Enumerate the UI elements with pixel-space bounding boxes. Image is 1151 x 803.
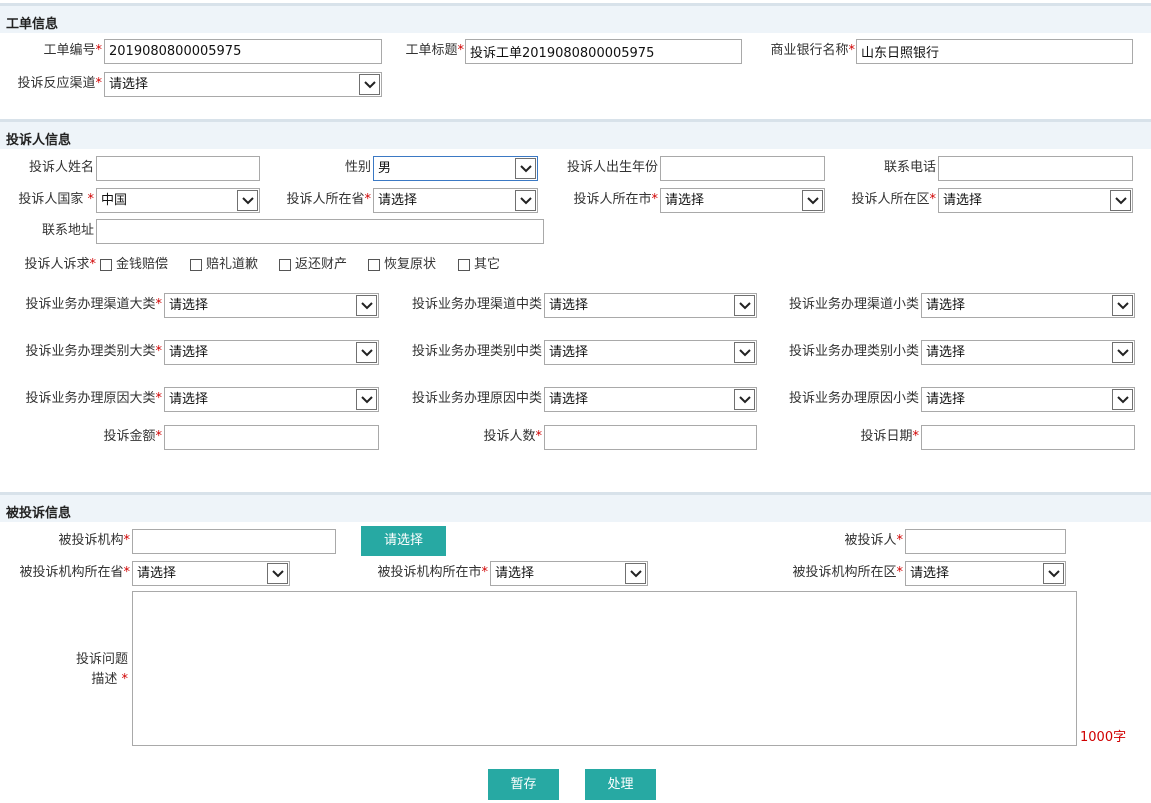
type-minor-select[interactable]: 请选择 — [921, 340, 1135, 365]
section-respondent: 被投诉信息 — [0, 492, 1151, 522]
type-major-label: 投诉业务办理类别大类* — [25, 344, 162, 359]
country-select[interactable]: 中国 — [96, 188, 260, 213]
chevron-down-icon — [802, 190, 823, 211]
birth-year-input[interactable] — [660, 156, 825, 181]
channel-mid-label: 投诉业务办理渠道中类 — [411, 297, 542, 312]
date-input[interactable] — [921, 425, 1135, 450]
section-title-work-order: 工单信息 — [6, 17, 59, 32]
respondent-org-label: 被投诉机构* — [58, 533, 130, 548]
chevron-down-icon — [734, 342, 755, 363]
demand-checkbox-apology[interactable]: 赔礼道歉 — [190, 255, 258, 275]
reason-major-select[interactable]: 请选择 — [164, 387, 379, 412]
channel-select[interactable]: 请选择 — [104, 72, 382, 97]
demand-checkbox-restore[interactable]: 恢复原状 — [368, 255, 436, 275]
chevron-down-icon — [237, 190, 258, 211]
type-minor-label: 投诉业务办理类别小类 — [788, 344, 919, 359]
province-select[interactable]: 请选择 — [373, 188, 538, 213]
reason-major-label: 投诉业务办理原因大类* — [25, 391, 162, 406]
amount-label: 投诉金额* — [103, 429, 162, 444]
address-input[interactable] — [96, 219, 544, 244]
birth-year-label: 投诉人出生年份 — [566, 160, 658, 175]
respondent-district-label: 被投诉机构所在区* — [792, 565, 903, 580]
process-button[interactable]: 处理 — [585, 769, 656, 800]
description-textarea[interactable] — [132, 591, 1077, 746]
chevron-down-icon — [359, 74, 380, 95]
date-label: 投诉日期* — [860, 429, 919, 444]
district-label: 投诉人所在区* — [851, 192, 936, 207]
chevron-down-icon — [356, 342, 377, 363]
work-order-title-label: 工单标题* — [405, 43, 464, 58]
count-label: 投诉人数* — [483, 429, 542, 444]
chevron-down-icon — [734, 295, 755, 316]
respondent-district-select[interactable]: 请选择 — [905, 561, 1066, 586]
bank-name-input[interactable] — [856, 39, 1133, 64]
chevron-down-icon — [515, 158, 536, 179]
char-limit: 1000字 — [1080, 730, 1127, 745]
type-mid-label: 投诉业务办理类别中类 — [411, 344, 542, 359]
count-input[interactable] — [544, 425, 757, 450]
province-label: 投诉人所在省* — [286, 192, 371, 207]
section-title-respondent: 被投诉信息 — [6, 506, 72, 521]
chevron-down-icon — [356, 295, 377, 316]
channel-minor-select[interactable]: 请选择 — [921, 293, 1135, 318]
amount-input[interactable] — [164, 425, 379, 450]
demand-checkbox-other[interactable]: 其它 — [458, 255, 500, 275]
type-major-select[interactable]: 请选择 — [164, 340, 379, 365]
demand-checkbox-return[interactable]: 返还财产 — [279, 255, 347, 275]
city-select[interactable]: 请选择 — [660, 188, 825, 213]
respondent-person-input[interactable] — [905, 529, 1066, 554]
district-select[interactable]: 请选择 — [938, 188, 1133, 213]
chevron-down-icon — [625, 563, 646, 584]
work-order-number-label: 工单编号* — [43, 43, 102, 58]
phone-label: 联系电话 — [883, 160, 936, 175]
gender-label: 性别 — [344, 160, 371, 175]
reason-mid-label: 投诉业务办理原因中类 — [411, 391, 542, 406]
channel-major-select[interactable]: 请选择 — [164, 293, 379, 318]
chevron-down-icon — [356, 389, 377, 410]
complainant-name-input[interactable] — [96, 156, 260, 181]
chevron-down-icon — [1112, 295, 1133, 316]
demand-checkbox-money[interactable]: 金钱赔偿 — [100, 255, 168, 275]
channel-major-label: 投诉业务办理渠道大类* — [25, 297, 162, 312]
chevron-down-icon — [515, 190, 536, 211]
save-button[interactable]: 暂存 — [488, 769, 559, 800]
description-label: 投诉问题 描述 * — [75, 652, 128, 687]
section-title-complainant: 投诉人信息 — [6, 133, 72, 148]
respondent-province-label: 被投诉机构所在省* — [19, 565, 130, 580]
phone-input[interactable] — [938, 156, 1133, 181]
reason-minor-label: 投诉业务办理原因小类 — [788, 391, 919, 406]
reason-mid-select[interactable]: 请选择 — [544, 387, 757, 412]
demand-label: 投诉人诉求* — [24, 257, 96, 272]
country-label: 投诉人国家 * — [18, 192, 94, 207]
select-org-button[interactable]: 请选择 — [361, 526, 446, 556]
chevron-down-icon — [1112, 342, 1133, 363]
channel-label: 投诉反应渠道* — [17, 76, 102, 91]
section-complainant: 投诉人信息 — [0, 119, 1151, 149]
respondent-city-label: 被投诉机构所在市* — [377, 565, 488, 580]
bank-name-label: 商业银行名称* — [770, 43, 855, 58]
chevron-down-icon — [734, 389, 755, 410]
channel-mid-select[interactable]: 请选择 — [544, 293, 757, 318]
section-work-order: 工单信息 — [0, 3, 1151, 33]
chevron-down-icon — [1110, 190, 1131, 211]
channel-minor-label: 投诉业务办理渠道小类 — [788, 297, 919, 312]
complainant-name-label: 投诉人姓名 — [28, 160, 94, 175]
respondent-city-select[interactable]: 请选择 — [490, 561, 648, 586]
reason-minor-select[interactable]: 请选择 — [921, 387, 1135, 412]
work-order-number-input[interactable] — [104, 39, 382, 64]
respondent-person-label: 被投诉人* — [844, 533, 903, 548]
respondent-org-input[interactable] — [132, 529, 336, 554]
chevron-down-icon — [1043, 563, 1064, 584]
chevron-down-icon — [1112, 389, 1133, 410]
chevron-down-icon — [267, 563, 288, 584]
city-label: 投诉人所在市* — [573, 192, 658, 207]
type-mid-select[interactable]: 请选择 — [544, 340, 757, 365]
respondent-province-select[interactable]: 请选择 — [132, 561, 290, 586]
address-label: 联系地址 — [41, 223, 94, 238]
gender-select[interactable]: 男 — [373, 156, 538, 181]
work-order-title-input[interactable] — [465, 39, 742, 64]
